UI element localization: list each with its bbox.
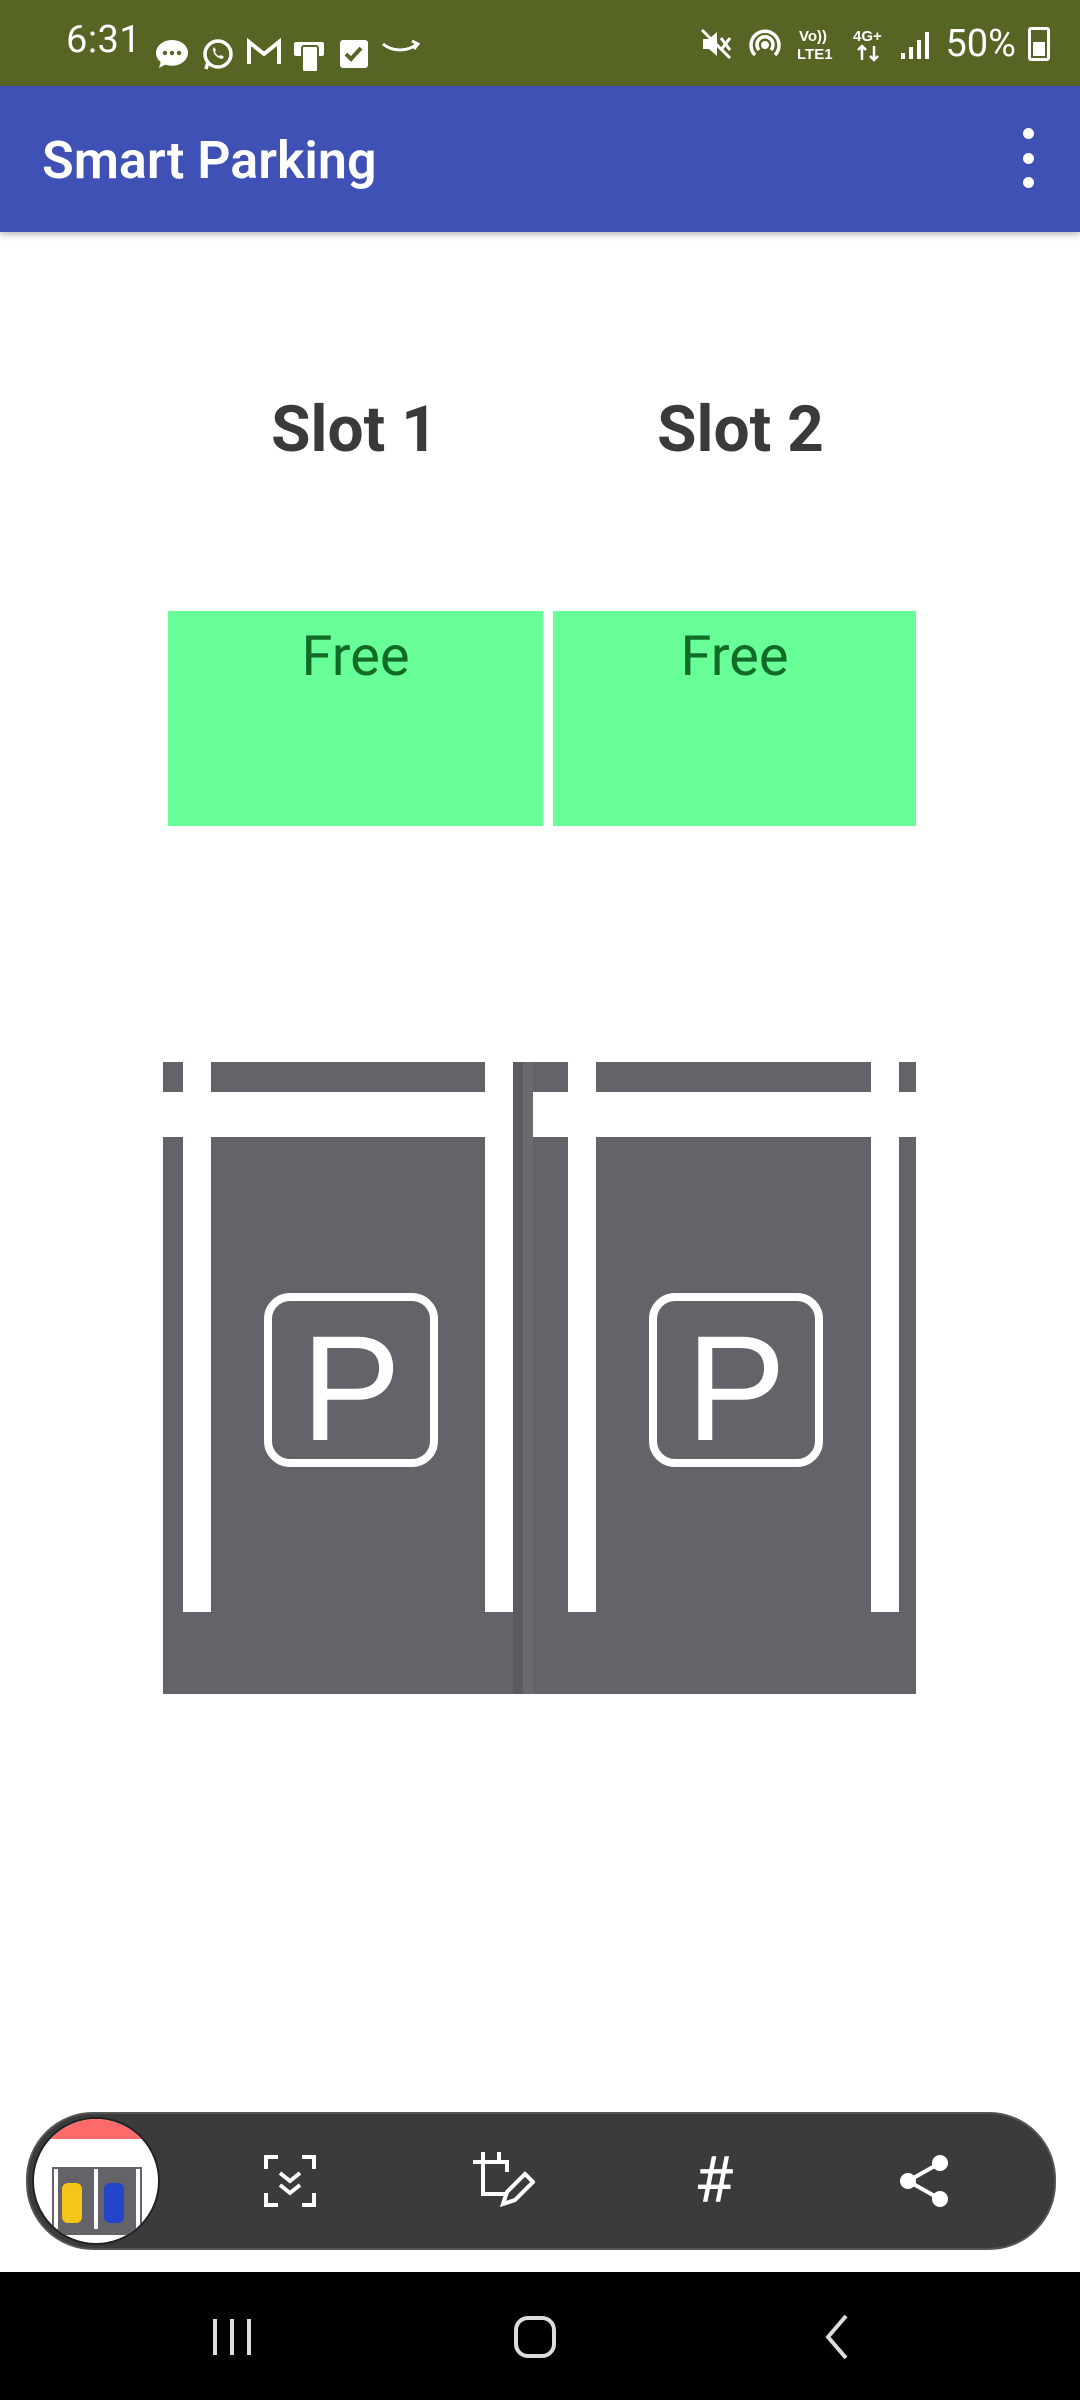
checkbox-icon: [340, 40, 368, 68]
volte-icon: Vo))LTE1: [797, 28, 833, 62]
slot-1-label: Slot 1: [271, 392, 438, 467]
home-button[interactable]: [485, 2302, 585, 2372]
parking-sign-letter-1: P: [301, 1304, 401, 1472]
notification-icons: [154, 38, 420, 72]
slot-1-status-text: Free: [301, 623, 410, 689]
app-bar: Smart Parking: [0, 86, 1080, 232]
back-icon: [825, 2314, 848, 2360]
crop-edit-icon: [473, 2152, 535, 2208]
recents-button[interactable]: [182, 2302, 282, 2372]
svg-text:4G+: 4G+: [853, 28, 882, 45]
thumbnail-preview-icon: [34, 2119, 158, 2235]
screenshot-thumbnail[interactable]: [32, 2117, 160, 2245]
home-icon: [514, 2316, 556, 2358]
whatsapp-icon: [203, 39, 233, 70]
slot-1-status: Free: [168, 611, 543, 826]
svg-text:LTE1: LTE1: [797, 46, 833, 62]
hotspot-icon: [749, 29, 782, 57]
chat-bubble-icon: [156, 40, 188, 68]
hashtag-icon: #: [694, 2143, 734, 2218]
parking-sign-letter-2: P: [686, 1304, 786, 1472]
svg-text:Vo)): Vo)): [799, 28, 827, 45]
scroll-capture-button[interactable]: [250, 2141, 330, 2221]
more-vert-icon[interactable]: [1016, 128, 1040, 188]
status-time: 6:31: [66, 18, 142, 62]
signal-icon: [901, 32, 930, 59]
gmail-icon: [247, 38, 281, 64]
amazon-icon: [382, 39, 420, 52]
network-4g-icon: 4G+: [853, 28, 882, 62]
share-icon: [900, 2155, 948, 2207]
status-bar: 6:31 Vo)) LTE1 4G+ 50%: [0, 0, 1080, 86]
screenshot-toolbar: #: [26, 2112, 1056, 2250]
recents-icon: [213, 2319, 251, 2355]
share-button[interactable]: [884, 2141, 964, 2221]
battery-percentage: 50%: [945, 22, 1016, 66]
status-right: Vo)) LTE1 4G+ 50%: [699, 22, 1050, 66]
scroll-capture-icon: [264, 2155, 316, 2207]
app-title: Smart Parking: [42, 130, 377, 191]
slot-2-label: Slot 2: [657, 392, 824, 467]
slot-2-status-text: Free: [680, 623, 789, 689]
device-icon: [294, 42, 324, 72]
battery-icon: [1028, 27, 1050, 61]
slot-2-status: Free: [553, 611, 916, 826]
crop-edit-button[interactable]: [462, 2141, 542, 2221]
parking-lot-image: P P: [163, 1062, 916, 1694]
mute-icon: [701, 28, 732, 60]
navigation-bar: [0, 2272, 1080, 2400]
back-button[interactable]: [788, 2302, 888, 2372]
hashtag-button[interactable]: #: [674, 2141, 754, 2221]
